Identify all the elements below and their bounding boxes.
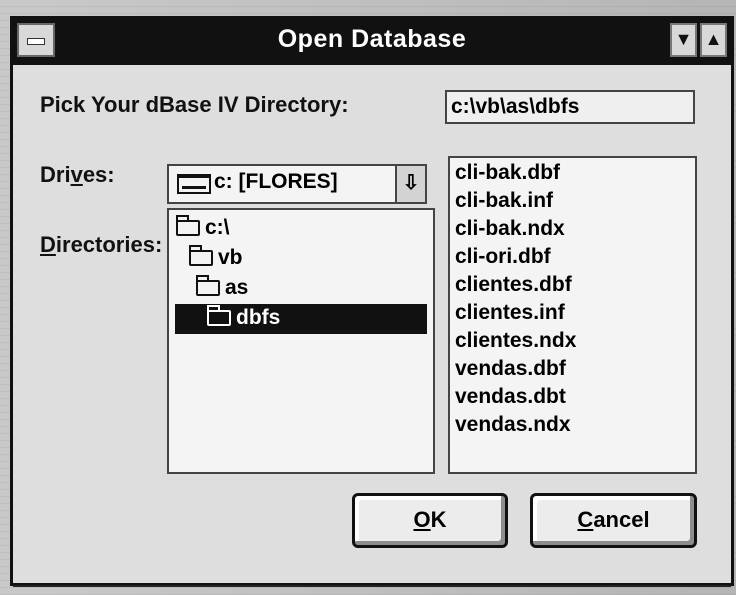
selected-directory-item[interactable]: dbfs [175, 304, 427, 334]
file-item[interactable]: cli-bak.ndx [455, 217, 565, 241]
dropdown-button[interactable]: ⇩ [395, 166, 425, 202]
folder-open-icon [189, 245, 213, 266]
file-item[interactable]: cli-ori.dbf [455, 245, 551, 269]
directory-item[interactable]: as [196, 274, 248, 304]
file-item[interactable]: vendas.dbf [455, 357, 566, 381]
folder-open-icon [196, 275, 220, 296]
current-directory-field[interactable]: c:\vb\as\dbfs [445, 90, 695, 124]
folder-open-icon [176, 215, 200, 236]
directory-item[interactable]: vb [189, 244, 243, 274]
drives-dropdown[interactable]: c: [FLORES] ⇩ [167, 164, 427, 204]
drive-icon [177, 174, 211, 194]
files-list[interactable]: cli-bak.dbf cli-bak.inf cli-bak.ndx cli-… [448, 156, 697, 474]
directories-list[interactable]: c:\ vb as dbfs [167, 208, 435, 474]
down-arrow-icon: ⇩ [402, 172, 420, 194]
drives-label: Drives: [40, 162, 115, 187]
ok-button[interactable]: OK [352, 493, 508, 548]
file-item[interactable]: cli-bak.dbf [455, 161, 560, 185]
file-item[interactable]: clientes.dbf [455, 273, 572, 297]
selected-drive: c: [FLORES] [214, 170, 338, 193]
maximize-button[interactable]: ▲ [700, 23, 727, 57]
window-title: Open Database [277, 25, 467, 53]
file-item[interactable]: vendas.ndx [455, 413, 571, 437]
file-item[interactable]: clientes.ndx [455, 329, 576, 353]
file-item[interactable]: vendas.dbt [455, 385, 566, 409]
bottom-border [13, 585, 731, 587]
minimize-icon: ▼ [674, 29, 693, 49]
directories-label: Directories: [40, 232, 163, 257]
minimize-button[interactable]: ▼ [670, 23, 697, 57]
directory-item[interactable]: c:\ [176, 214, 230, 244]
cancel-button[interactable]: Cancel [530, 493, 697, 548]
open-database-dialog: Open Database ▼ ▲ Pick Your dBase IV Dir… [10, 16, 734, 587]
file-item[interactable]: clientes.inf [455, 301, 565, 325]
directory-label: Pick Your dBase IV Directory: [40, 92, 349, 117]
maximize-icon: ▲ [704, 29, 723, 49]
folder-open-icon [207, 305, 231, 326]
title-bar[interactable]: Open Database ▼ ▲ [13, 19, 731, 65]
file-item[interactable]: cli-bak.inf [455, 189, 553, 213]
